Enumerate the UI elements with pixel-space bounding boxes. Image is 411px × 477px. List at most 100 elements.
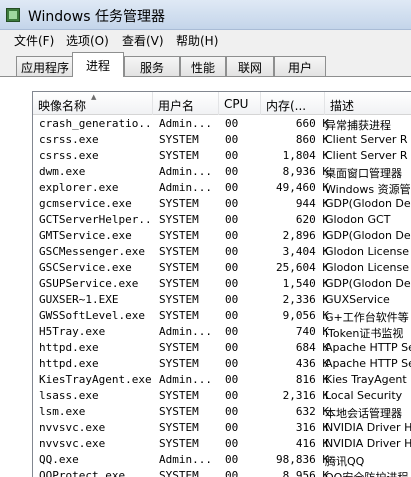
process-description: Glodon GCT: [325, 213, 391, 226]
process-name: crash_generatio...: [39, 117, 151, 130]
process-row[interactable]: gcmservice.exe SYSTEM 00 944 K GDP(Glodon De…: [33, 196, 411, 212]
tab-processes[interactable]: 进程: [72, 52, 124, 77]
process-name: nvvsvc.exe: [39, 421, 106, 434]
process-memory: 2,316 K: [282, 389, 329, 402]
process-description: Client Server R: [325, 149, 408, 162]
process-memory: 620 K: [295, 213, 329, 226]
process-memory: 2,896 K: [282, 229, 329, 242]
process-cpu: 00: [225, 117, 239, 130]
process-row[interactable]: GUXSER~1.EXE SYSTEM 00 2,336 K GUXService: [33, 292, 411, 308]
process-row[interactable]: httpd.exe SYSTEM 00 684 K Apache HTTP Ser: [33, 340, 411, 356]
column-header-memory[interactable]: 内存(...: [261, 92, 325, 115]
process-cpu: 00: [225, 261, 239, 274]
process-name: QQProtect.exe: [39, 469, 126, 477]
process-cpu: 00: [225, 389, 239, 402]
tab-services[interactable]: 服务: [124, 56, 180, 76]
process-row[interactable]: csrss.exe SYSTEM 00 1,804 K Client Server R: [33, 148, 411, 164]
process-cpu: 00: [225, 341, 239, 354]
process-cpu: 00: [225, 197, 239, 210]
process-memory: 1,540 K: [282, 277, 329, 290]
process-row[interactable]: lsass.exe SYSTEM 00 2,316 K Local Security: [33, 388, 411, 404]
process-rows: crash_generatio... Admin... 00 660 K 异常捕获进程 c…: [33, 116, 411, 477]
process-user: SYSTEM: [159, 389, 199, 402]
title-bar: Windows 任务管理器: [0, 0, 411, 30]
process-description: 异常捕获进程: [325, 119, 391, 132]
menu-bar: 文件(F) 选项(O) 查看(V) 帮助(H): [0, 30, 411, 50]
menu-file[interactable]: 文件(F): [14, 32, 54, 49]
process-name: GSUPService.exe: [39, 277, 139, 290]
column-header-image-name[interactable]: 映像名称 ▲: [33, 92, 153, 115]
menu-help[interactable]: 帮助(H): [176, 32, 218, 49]
process-description: 桌面窗口管理器: [325, 167, 402, 180]
process-description: QQ安全防护进程: [325, 469, 411, 477]
process-cpu: 00: [225, 181, 239, 194]
process-row[interactable]: dwm.exe Admin... 00 8,936 K 桌面窗口管理器: [33, 164, 411, 180]
process-cpu: 00: [225, 373, 239, 386]
process-memory: 660 K: [295, 117, 329, 130]
process-row[interactable]: QQProtect.exe SYSTEM 00 8,956 KQQ安全防护进程: [33, 468, 411, 477]
process-row[interactable]: nvvsvc.exe SYSTEM 00 416 K NVIDIA Driver H: [33, 436, 411, 452]
process-memory: 8,936 K: [282, 165, 329, 178]
process-row[interactable]: httpd.exe SYSTEM 00 436 K Apache HTTP Ser: [33, 356, 411, 372]
column-header-row: 映像名称 ▲ 用户名 CPU 内存(... 描述: [33, 92, 411, 115]
tab-strip: 应用程序 进程 服务 性能 联网 用户: [0, 50, 411, 77]
process-cpu: 00: [225, 277, 239, 290]
process-row[interactable]: GWSSoftLevel.exe SYSTEM 00 9,056 K G+工作台软件等: [33, 308, 411, 324]
process-cpu: 00: [225, 405, 239, 418]
process-row[interactable]: explorer.exe Admin... 00 49,460 K Windows 资源…: [33, 180, 411, 196]
process-cpu: 00: [225, 437, 239, 450]
process-user: SYSTEM: [159, 213, 199, 226]
process-row[interactable]: QQ.exe Admin... 00 98,836 K 腾讯QQ: [33, 452, 411, 468]
process-name: GSCMessenger.exe: [39, 245, 145, 258]
menu-view[interactable]: 查看(V): [122, 32, 164, 49]
process-description: Client Server R: [325, 133, 408, 146]
process-cpu: 00: [225, 293, 239, 306]
process-row[interactable]: KiesTrayAgent.exe Admin... 00 816 K Kies Tra…: [33, 372, 411, 388]
column-label-image-name: 映像名称: [38, 99, 87, 113]
process-cpu: 00: [225, 469, 239, 477]
process-cpu: 00: [225, 165, 239, 178]
process-row[interactable]: csrss.exe SYSTEM 00 860 K Client Server R: [33, 132, 411, 148]
process-row[interactable]: GMTService.exe SYSTEM 00 2,896 K GDP(Glodon …: [33, 228, 411, 244]
tab-applications[interactable]: 应用程序: [16, 56, 74, 76]
process-name: H5Tray.exe: [39, 325, 106, 338]
process-memory: 684 K: [295, 341, 329, 354]
process-memory: 9,056 K: [282, 309, 329, 322]
tab-performance[interactable]: 性能: [180, 56, 226, 76]
process-memory: 49,460 K: [276, 181, 329, 194]
process-row[interactable]: GCTServerHelper... SYSTEM 00 620 K Glodon GC…: [33, 212, 411, 228]
process-cpu: 00: [225, 421, 239, 434]
process-user: SYSTEM: [159, 309, 199, 322]
process-row[interactable]: nvvsvc.exe SYSTEM 00 316 K NVIDIA Driver H: [33, 420, 411, 436]
process-user: SYSTEM: [159, 469, 199, 477]
menu-options[interactable]: 选项(O): [66, 32, 109, 49]
column-header-cpu[interactable]: CPU: [219, 92, 261, 115]
process-user: SYSTEM: [159, 421, 199, 434]
process-user: Admin...: [159, 165, 212, 178]
process-cpu: 00: [225, 229, 239, 242]
process-description: GDP(Glodon Des: [325, 197, 411, 210]
process-description: Apache HTTP Ser: [325, 357, 411, 370]
process-user: SYSTEM: [159, 277, 199, 290]
column-header-description[interactable]: 描述: [325, 92, 411, 115]
process-row[interactable]: lsm.exe SYSTEM 00 632 K 本地会话管理器: [33, 404, 411, 420]
process-user: SYSTEM: [159, 245, 199, 258]
process-memory: 8,956 K: [282, 469, 329, 477]
process-name: csrss.exe: [39, 133, 99, 146]
process-list[interactable]: 映像名称 ▲ 用户名 CPU 内存(... 描述 crash_generatio…: [32, 91, 411, 477]
process-memory: 944 K: [295, 197, 329, 210]
sort-ascending-icon: ▲: [91, 93, 97, 101]
task-manager-icon: [6, 8, 20, 22]
process-row[interactable]: crash_generatio... Admin... 00 660 K 异常捕获进程: [33, 116, 411, 132]
process-description: Glodon License: [325, 245, 409, 258]
process-row[interactable]: GSUPService.exe SYSTEM 00 1,540 K GDP(Glodon…: [33, 276, 411, 292]
tab-users[interactable]: 用户: [274, 56, 326, 76]
column-header-user[interactable]: 用户名: [153, 92, 219, 115]
tab-networking[interactable]: 联网: [226, 56, 274, 76]
process-row[interactable]: GSCService.exe SYSTEM 00 25,604 K Glodon Lic…: [33, 260, 411, 276]
process-row[interactable]: H5Tray.exe Admin... 00 740 KiToken证书监视: [33, 324, 411, 340]
process-name: nvvsvc.exe: [39, 437, 106, 450]
process-memory: 25,604 K: [276, 261, 329, 274]
process-row[interactable]: GSCMessenger.exe SYSTEM 00 3,404 K Glodon Li…: [33, 244, 411, 260]
process-cpu: 00: [225, 357, 239, 370]
